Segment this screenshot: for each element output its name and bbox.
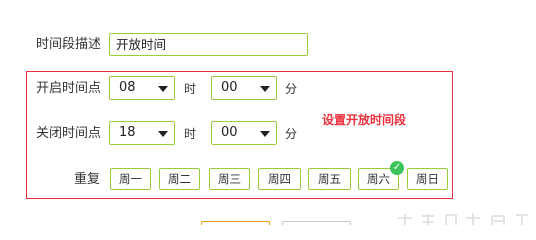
cancel-button[interactable] xyxy=(282,221,351,225)
day-toggle-sun[interactable]: 周日 xyxy=(407,168,448,190)
open-hour-value: 08 xyxy=(119,80,136,95)
open-hour-unit: 时 xyxy=(184,82,197,96)
day-toggle-wed[interactable]: 周三 xyxy=(209,168,250,190)
open-minute-unit: 分 xyxy=(285,82,298,96)
save-button[interactable] xyxy=(201,221,270,225)
close-time-label: 关闭时间点 xyxy=(36,126,102,141)
day-toggle-mon[interactable]: 周一 xyxy=(110,168,151,190)
close-hour-unit: 时 xyxy=(184,127,197,141)
day-toggle-tue[interactable]: 周二 xyxy=(159,168,200,190)
open-period-annotation: 设置开放时间段 xyxy=(322,113,407,127)
day-toggle-thu[interactable]: 周四 xyxy=(258,168,301,190)
close-minute-unit: 分 xyxy=(285,127,298,141)
open-hour-select[interactable]: 08 xyxy=(109,76,175,100)
close-hour-select[interactable]: 18 xyxy=(109,121,175,145)
open-minute-value: 00 xyxy=(221,80,238,95)
day-toggle-fri[interactable]: 周五 xyxy=(308,168,351,190)
chevron-down-icon xyxy=(158,131,168,137)
period-description-label: 时间段描述 xyxy=(36,37,102,52)
repeat-label: 重复 xyxy=(74,172,101,187)
watermark-logo xyxy=(398,213,528,225)
chevron-down-icon xyxy=(158,86,168,92)
open-time-label: 开启时间点 xyxy=(36,81,102,96)
chevron-down-icon xyxy=(260,131,270,137)
chevron-down-icon xyxy=(260,86,270,92)
check-icon: ✓ xyxy=(390,161,404,175)
close-minute-select[interactable]: 00 xyxy=(211,121,277,145)
close-minute-value: 00 xyxy=(221,125,238,140)
open-minute-select[interactable]: 00 xyxy=(211,76,277,100)
time-period-settings: 时间段描述 开放时间 开启时间点 08 时 00 分 设置开放时间段 关闭时间点… xyxy=(0,0,536,225)
period-description-input[interactable]: 开放时间 xyxy=(109,33,308,56)
close-hour-value: 18 xyxy=(119,125,136,140)
